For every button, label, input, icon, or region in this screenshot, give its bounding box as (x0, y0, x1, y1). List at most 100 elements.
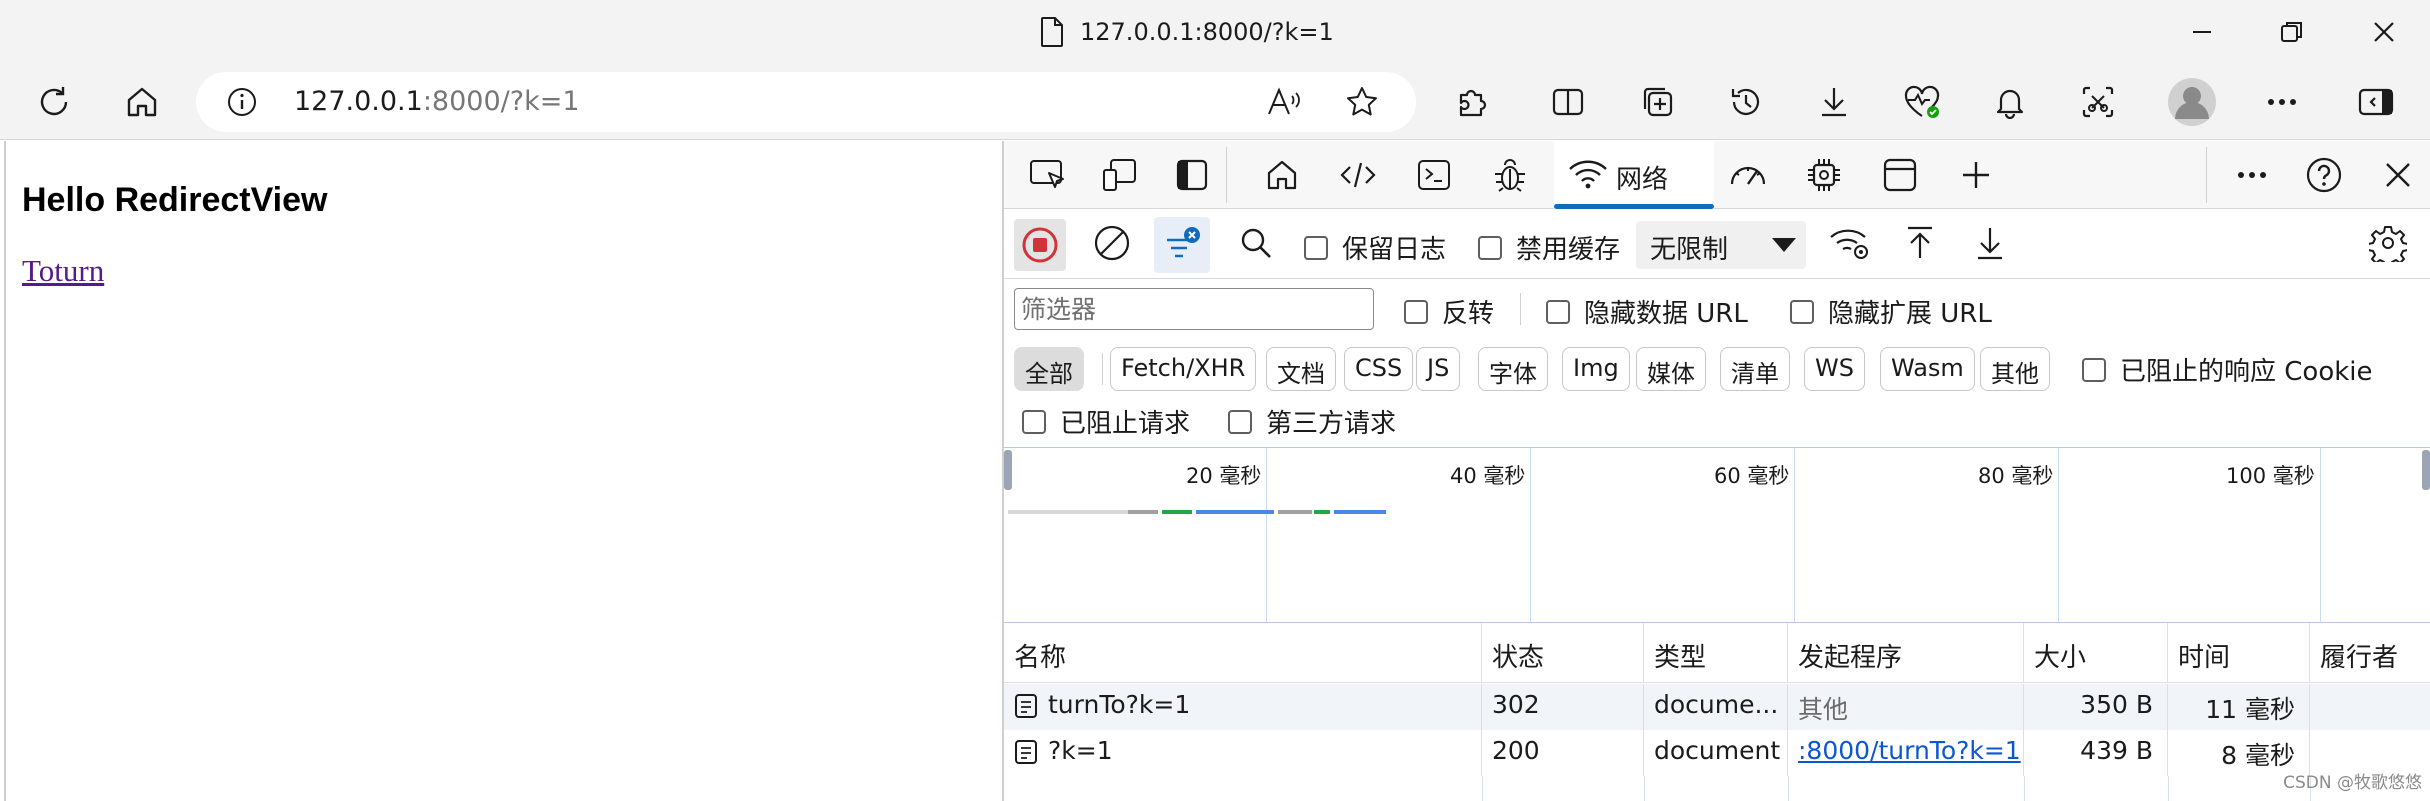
type-filter-fetch-xhr[interactable]: Fetch/XHR (1110, 347, 1257, 391)
tab-application[interactable] (1876, 151, 1924, 199)
throttling-select[interactable]: 无限制 (1636, 221, 1806, 269)
extensions-button[interactable] (1446, 76, 1498, 128)
dock-side-button[interactable] (1168, 151, 1216, 199)
overview-gridline (2320, 448, 2321, 624)
overview-right-handle[interactable] (2422, 450, 2430, 490)
network-settings-button[interactable] (2364, 219, 2412, 267)
column-header-name[interactable]: 名称 (1004, 623, 1482, 683)
third-party-requests-option[interactable]: 第三方请求 (1228, 403, 1396, 440)
disable-cache-checkbox[interactable] (1478, 235, 1502, 260)
favorite-button[interactable] (1342, 82, 1382, 122)
record-button[interactable] (1014, 219, 1066, 271)
type-filter-manifest[interactable]: 清单 (1720, 347, 1790, 391)
filter-input[interactable] (1014, 288, 1374, 330)
table-row[interactable]: turnTo?k=1 302 docume... 其他 350 B 11 毫秒 (1004, 684, 2430, 730)
browser-essentials-button[interactable] (1896, 76, 1948, 128)
filter-toggle-button[interactable] (1154, 217, 1210, 273)
sidebar-toggle-button[interactable] (2350, 76, 2402, 128)
type-filter-img[interactable]: Img (1562, 347, 1630, 391)
more-button[interactable] (2256, 76, 2308, 128)
table-row[interactable]: ?k=1 200 document :8000/turnTo?k=1 439 B… (1004, 730, 2430, 776)
invert-option[interactable]: 反转 (1404, 293, 1494, 330)
column-header-type[interactable]: 类型 (1644, 623, 1788, 683)
type-filter-wasm[interactable]: Wasm (1880, 347, 1975, 391)
notifications-button[interactable] (1984, 76, 2036, 128)
home-button[interactable] (116, 76, 168, 128)
overview-gridline (1794, 448, 1795, 624)
throttling-value: 无限制 (1650, 235, 1729, 265)
devtools-panel: 网络 保留日志 禁用缓存 无限制 筛选器 反转 隐藏数据 URL 隐藏扩展 UR… (1002, 141, 2430, 801)
collections-button[interactable] (1632, 76, 1684, 128)
overview-bar-waiting (1162, 510, 1192, 514)
info-icon[interactable] (226, 86, 258, 118)
plus-icon (1963, 162, 1989, 188)
type-filter-ws[interactable]: WS (1804, 347, 1865, 391)
blocked-response-cookies-label: 已阻止的响应 Cookie (2120, 357, 2373, 387)
downloads-button[interactable] (1808, 76, 1860, 128)
blocked-requests-checkbox[interactable] (1022, 409, 1046, 434)
column-header-initiator[interactable]: 发起程序 (1788, 623, 2024, 683)
overview-left-handle[interactable] (1004, 450, 1012, 490)
blocked-response-cookies-option[interactable]: 已阻止的响应 Cookie (2082, 351, 2373, 388)
network-overview-timeline[interactable]: 20 毫秒 40 毫秒 60 毫秒 80 毫秒 100 毫秒 (1004, 447, 2430, 624)
tab-elements[interactable] (1334, 151, 1382, 199)
device-emulation-button[interactable] (1096, 151, 1144, 199)
tab-performance[interactable] (1724, 151, 1772, 199)
tab-memory[interactable] (1800, 151, 1848, 199)
search-button[interactable] (1232, 219, 1280, 267)
third-party-requests-checkbox[interactable] (1228, 409, 1252, 434)
type-filter-media[interactable]: 媒体 (1636, 347, 1706, 391)
hide-data-urls-checkbox[interactable] (1546, 299, 1570, 324)
hide-data-urls-option[interactable]: 隐藏数据 URL (1546, 293, 1748, 330)
tab-console[interactable] (1410, 151, 1458, 199)
inspect-element-button[interactable] (1024, 151, 1072, 199)
customize-button[interactable] (2228, 151, 2276, 199)
import-har-button[interactable] (1896, 219, 1944, 267)
address-text[interactable]: 127.0.0.1:8000/?k=1 (294, 86, 580, 117)
type-filter-document[interactable]: 文档 (1266, 347, 1336, 391)
split-screen-button[interactable] (1542, 76, 1594, 128)
preserve-log-option[interactable]: 保留日志 (1304, 229, 1446, 266)
filter-separator (1520, 293, 1521, 325)
toturn-link[interactable]: Toturn (22, 253, 104, 289)
column-header-size[interactable]: 大小 (2024, 623, 2168, 683)
minimize-button[interactable] (2164, 0, 2240, 64)
column-header-status[interactable]: 状态 (1482, 623, 1644, 683)
hide-extension-urls-checkbox[interactable] (1790, 299, 1814, 324)
tab-welcome[interactable] (1258, 151, 1306, 199)
type-filter-font[interactable]: 字体 (1478, 347, 1548, 391)
read-aloud-button[interactable] (1264, 82, 1304, 122)
clear-button[interactable] (1088, 219, 1136, 267)
dock-icon (1176, 159, 1208, 191)
address-bar[interactable]: 127.0.0.1:8000/?k=1 (196, 72, 1416, 132)
blocked-requests-option[interactable]: 已阻止请求 (1022, 403, 1190, 440)
export-har-button[interactable] (1966, 219, 2014, 267)
network-conditions-button[interactable] (1826, 219, 1874, 267)
more-tabs-button[interactable] (1952, 151, 2000, 199)
cell-status: 302 (1482, 684, 1644, 730)
blocked-response-cookies-checkbox[interactable] (2082, 357, 2106, 382)
type-filter-css[interactable]: CSS (1344, 347, 1414, 391)
hide-extension-urls-option[interactable]: 隐藏扩展 URL (1790, 293, 1992, 330)
invert-checkbox[interactable] (1404, 299, 1428, 324)
type-filter-all[interactable]: 全部 (1014, 347, 1084, 391)
tab-sources[interactable] (1486, 151, 1534, 199)
column-header-time[interactable]: 时间 (2168, 623, 2310, 683)
column-header-fulfilled-by[interactable]: 履行者 (2310, 623, 2430, 683)
profile-button[interactable] (2164, 74, 2220, 130)
refresh-button[interactable] (28, 76, 80, 128)
close-window-button[interactable] (2346, 0, 2422, 64)
disable-cache-option[interactable]: 禁用缓存 (1478, 229, 1620, 266)
preserve-log-checkbox[interactable] (1304, 235, 1328, 260)
more-horizontal-icon (2268, 99, 2296, 105)
close-devtools-button[interactable] (2374, 151, 2422, 199)
initiator-link[interactable]: :8000/turnTo?k=1 (1798, 736, 2021, 765)
type-filter-other[interactable]: 其他 (1980, 347, 2050, 391)
gear-icon (2369, 226, 2407, 262)
history-button[interactable] (1720, 76, 1772, 128)
type-filter-js[interactable]: JS (1416, 347, 1461, 391)
screenshot-button[interactable] (2072, 76, 2124, 128)
restore-button[interactable] (2254, 0, 2330, 64)
help-button[interactable] (2300, 151, 2348, 199)
tab-network[interactable]: 网络 (1554, 141, 1714, 209)
